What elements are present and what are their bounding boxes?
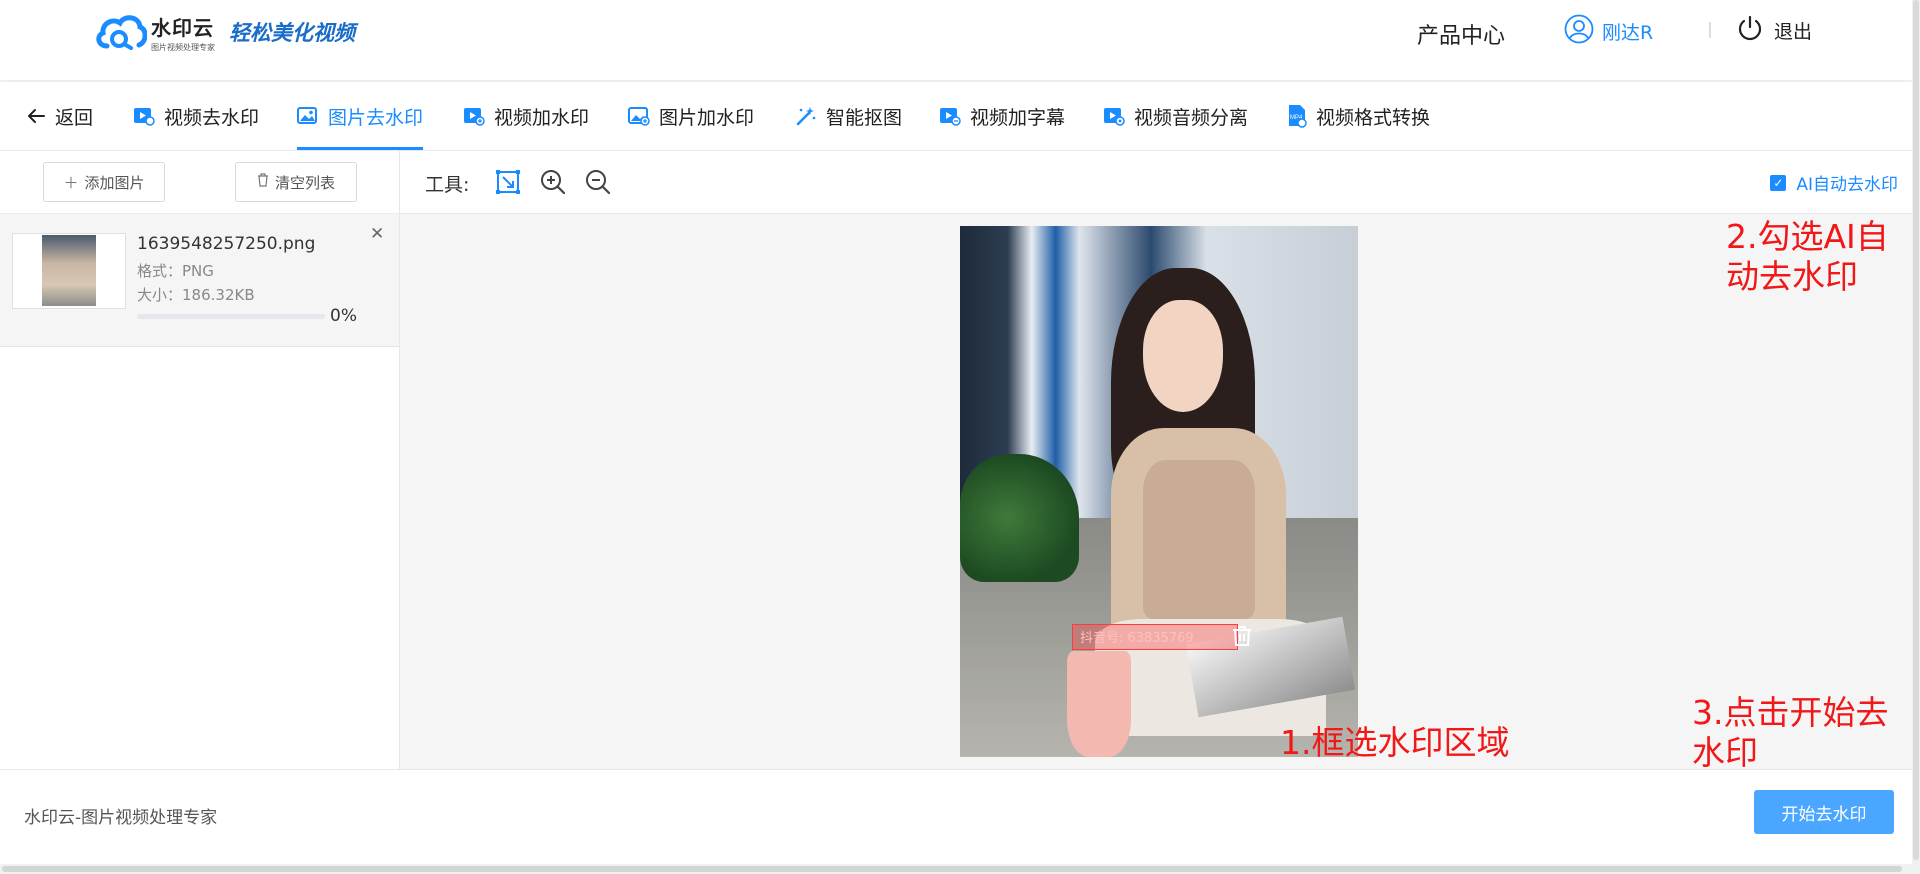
video-add-icon (463, 106, 485, 126)
tab-label: 视频去水印 (164, 106, 260, 129)
magic-wand-icon (795, 106, 817, 126)
annotation-step-2-line-2: 动去水印 (1726, 257, 1858, 296)
annotation-step-2-line-1: 2.勾选AI自 (1726, 217, 1889, 256)
plus-icon: ＋ (63, 173, 79, 192)
file-name: 1639548257250.png (137, 234, 316, 254)
close-icon[interactable]: ✕ (370, 224, 384, 244)
progress-bar (137, 314, 325, 319)
editor-canvas: 抖音号: 63835769 1.框选水印区域 2.勾选AI自 动去水印 3.点击… (400, 214, 1912, 772)
tools-label: 工具: (425, 174, 470, 196)
file-format: 格式：PNG (137, 262, 214, 280)
video-icon (133, 106, 155, 126)
tab-video-subtitle[interactable]: 视频加字幕 (939, 82, 1065, 150)
tab-label: 图片去水印 (328, 106, 424, 129)
logo[interactable]: 水印云 图片视频处理专家 轻松美化视频 (95, 12, 355, 52)
watermark-text: 抖音号: 63835769 (1080, 631, 1194, 646)
ai-auto-remove-label: AI自动去水印 (1796, 175, 1898, 195)
tab-image-remove-watermark[interactable]: 图片去水印 (297, 82, 424, 150)
tab-audio-split[interactable]: 视频音频分离 (1103, 82, 1248, 150)
trash-icon (257, 173, 269, 191)
preview-image[interactable] (960, 226, 1358, 757)
audio-split-icon (1103, 106, 1125, 126)
zoom-in-icon[interactable] (539, 168, 567, 196)
file-size: 大小：186.32KB (137, 286, 255, 304)
tab-label: 图片加水印 (659, 106, 755, 129)
divider (1709, 22, 1711, 38)
file-list-panel: ＋ 添加图片 清空列表 1639548257250.png 格式：PNG 大小：… (0, 151, 400, 769)
footer-text: 水印云-图片视频处理专家 (24, 808, 218, 828)
tab-label: 视频音频分离 (1134, 106, 1249, 129)
clear-list-button[interactable]: 清空列表 (235, 162, 357, 202)
progress-percent: 0% (330, 306, 357, 326)
start-remove-watermark-button[interactable]: 开始去水印 (1754, 790, 1894, 834)
tab-image-add-watermark[interactable]: 图片加水印 (628, 82, 754, 150)
annotation-step-3-line-1: 3.点击开始去 (1692, 693, 1889, 732)
checkbox-checked-icon: ✓ (1770, 174, 1787, 191)
mp4-file-icon: MP4 (1287, 104, 1307, 128)
annotation-step-1: 1.框选水印区域 (1280, 723, 1510, 762)
cloud-logo-icon (95, 12, 148, 52)
tab-video-add-watermark[interactable]: 视频加水印 (463, 82, 589, 150)
vertical-scrollbar[interactable] (1912, 0, 1920, 864)
image-add-icon (628, 106, 650, 126)
footer-bar: 水印云-图片视频处理专家 开始去水印 (0, 769, 1912, 865)
ai-auto-remove-checkbox[interactable]: ✓ AI自动去水印 (1770, 170, 1898, 195)
logout-button[interactable]: 退出 (1736, 14, 1812, 47)
user-menu[interactable]: 刚达R (1564, 14, 1653, 48)
select-area-icon[interactable] (494, 168, 522, 196)
tab-label: 视频加水印 (494, 106, 590, 129)
annotation-step-3-line-2: 水印 (1692, 733, 1758, 772)
user-icon (1564, 14, 1594, 48)
top-bar: 水印云 图片视频处理专家 轻松美化视频 产品中心 刚达R 退出 (0, 0, 1912, 80)
add-image-label: 添加图片 (84, 173, 145, 192)
tool-tabs: 返回 视频去水印 图片去水印 视频加水印 图片加水印 智能抠图 视频加字幕 视频… (0, 82, 1912, 151)
tab-format-convert[interactable]: MP4 视频格式转换 (1287, 82, 1430, 150)
tab-video-remove-watermark[interactable]: 视频去水印 (133, 82, 259, 150)
tab-label: 视频格式转换 (1316, 106, 1431, 129)
tab-label: 视频加字幕 (970, 106, 1066, 129)
arrow-left-icon (26, 106, 46, 126)
back-label: 返回 (55, 106, 94, 129)
power-icon (1736, 14, 1764, 47)
add-image-button[interactable]: ＋ 添加图片 (43, 162, 165, 202)
video-subtitle-icon (939, 106, 961, 126)
logout-label: 退出 (1774, 21, 1813, 43)
brand-name: 水印云 (151, 15, 214, 40)
back-button[interactable]: 返回 (26, 82, 93, 150)
tab-smart-cutout[interactable]: 智能抠图 (795, 82, 902, 150)
product-center-link[interactable]: 产品中心 (1417, 18, 1505, 50)
tool-bar: 工具: ✓ AI自动去水印 (400, 151, 1912, 214)
delete-selection-icon[interactable] (1230, 624, 1254, 652)
zoom-out-icon[interactable] (584, 168, 612, 196)
brand-subtitle: 图片视频处理专家 (151, 42, 215, 52)
user-name: 刚达R (1602, 21, 1654, 44)
tab-label: 智能抠图 (826, 106, 903, 129)
file-thumbnail (12, 233, 126, 309)
slogan: 轻松美化视频 (229, 20, 355, 45)
file-list-item[interactable]: 1639548257250.png 格式：PNG 大小：186.32KB 0% … (0, 214, 399, 347)
clear-list-label: 清空列表 (274, 173, 335, 192)
image-icon (297, 106, 319, 126)
horizontal-scrollbar[interactable] (0, 864, 1920, 874)
